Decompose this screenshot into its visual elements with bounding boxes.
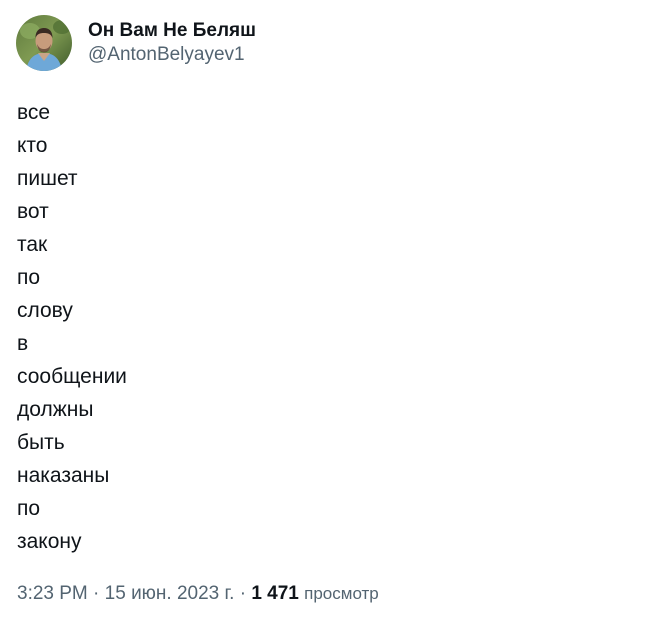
meta-separator: · [93,583,100,604]
tweet-text-line: по [17,497,41,520]
tweet-text-line: в [17,332,29,355]
tweet-time[interactable]: 3:23 PM [17,583,88,604]
views-label: просмотр [304,584,379,603]
tweet-text-line: слову [17,299,73,322]
author-handle[interactable]: @AntonBelyayev1 [88,43,256,67]
tweet-card: Он Вам Не Беляш @AntonBelyayev1 все кто … [0,0,645,621]
user-avatar-icon [16,15,72,71]
tweet-text-line: так [17,233,48,256]
meta-separator: · [239,583,247,604]
views-count: 1 471 [251,583,299,604]
tweet-text-line: должны [17,398,94,421]
author-names: Он Вам Не Беляш @AntonBelyayev1 [88,19,256,67]
tweet-text-line: все [17,101,51,124]
tweet-header: Он Вам Не Беляш @AntonBelyayev1 [16,15,256,71]
tweet-text: все кто пишет вот так по слову в сообщен… [17,96,617,558]
tweet-text-line: наказаны [17,464,110,487]
tweet-text-line: кто [17,134,48,157]
tweet-text-line: пишет [17,167,78,190]
tweet-text-line: по [17,266,41,289]
tweet-text-line: закону [17,530,82,553]
author-display-name[interactable]: Он Вам Не Беляш [88,19,256,43]
tweet-meta: 3:23 PM · 15 июн. 2023 г. · 1 471 просмо… [17,580,379,608]
tweet-text-line: вот [17,200,49,223]
avatar[interactable] [16,15,72,71]
tweet-date[interactable]: 15 июн. 2023 г. [105,583,235,604]
tweet-text-line: сообщении [17,365,127,388]
tweet-text-line: быть [17,431,65,454]
